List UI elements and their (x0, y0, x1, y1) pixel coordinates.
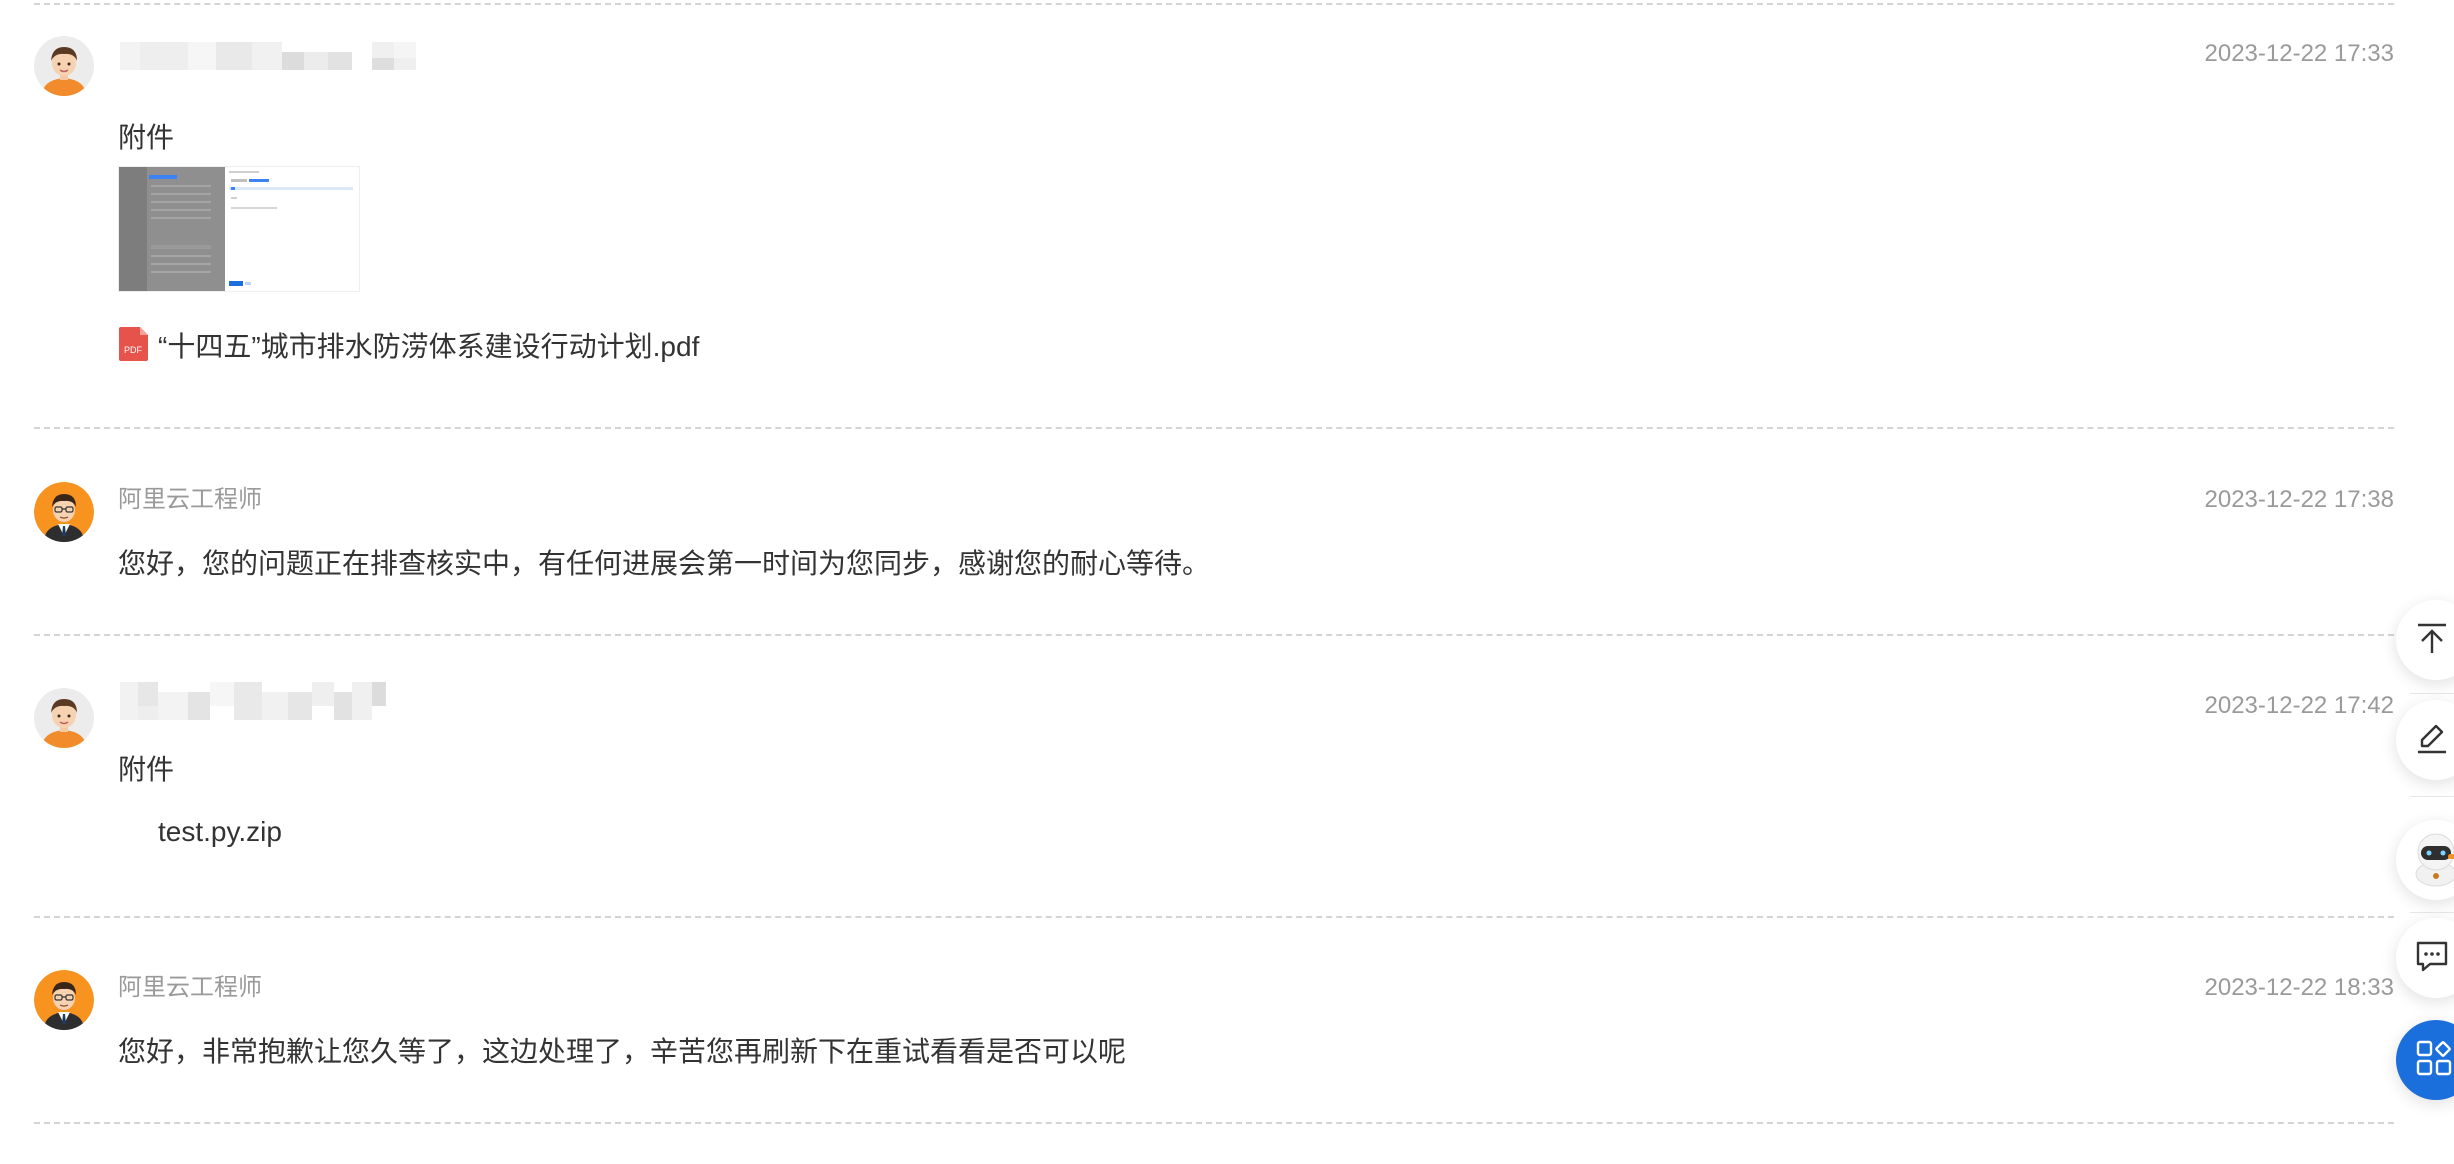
toolbar-divider (2410, 693, 2454, 694)
image-attachment-thumbnail[interactable] (118, 166, 360, 292)
author-name: 阿里云工程师 (118, 974, 262, 1001)
message-item: 阿里云工程师 2023-12-22 17:38 您好，您的问题正在排查核实中，有… (34, 482, 2394, 632)
attachment-label: 附件 (118, 122, 175, 153)
pdf-icon: PDF (118, 326, 150, 367)
toolbar-divider (2410, 912, 2454, 913)
file-attachment[interactable]: test.py.zip (158, 812, 282, 852)
assistant-robot-icon (2404, 826, 2454, 895)
file-name[interactable]: test.py.zip (158, 812, 282, 852)
message-timestamp: 2023-12-22 17:42 (2204, 692, 2395, 719)
divider (34, 1122, 2394, 1124)
divider (34, 916, 2394, 918)
engineer-avatar (34, 482, 94, 542)
user-avatar (34, 36, 94, 96)
engineer-avatar (34, 970, 94, 1030)
message-timestamp: 2023-12-22 17:38 (2204, 486, 2395, 513)
message-text: 您好，非常抱歉让您久等了，这边处理了，辛苦您再刷新下在重试看看是否可以呢 (118, 1036, 1127, 1067)
assistant-button[interactable] (2396, 820, 2454, 900)
file-attachment[interactable]: PDF “十四五”城市排水防涝体系建设行动计划.pdf (118, 326, 699, 367)
svg-text:PDF: PDF (124, 345, 143, 355)
back-to-top-button[interactable] (2396, 600, 2454, 680)
author-name: 阿里云工程师 (118, 486, 262, 513)
message-item: 2023-12-22 17:42 附件 test.py.zip (34, 682, 2395, 918)
edit-button[interactable] (2396, 700, 2454, 780)
user-avatar (34, 688, 94, 748)
redacted-author-name (120, 36, 460, 80)
back-to-top-icon (2414, 620, 2450, 661)
attachment-label: 附件 (118, 754, 175, 785)
feedback-button[interactable] (2396, 918, 2454, 998)
message-item: 阿里云工程师 2023-12-22 18:33 您好，非常抱歉让您久等了，这边处… (34, 970, 2394, 1120)
apps-menu-button[interactable] (2396, 1020, 2454, 1100)
divider (34, 427, 2394, 429)
redacted-author-name (120, 678, 460, 722)
message-timestamp: 2023-12-22 17:33 (2204, 40, 2395, 67)
edit-icon (2414, 720, 2450, 761)
message-text: 您好，您的问题正在排查核实中，有任何进展会第一时间为您同步，感谢您的耐心等待。 (118, 548, 1211, 579)
feedback-chat-icon (2414, 938, 2450, 979)
message-item: 2023-12-22 17:33 附件 PDF “十四五”城市排水防涝体系建设行… (34, 36, 2394, 426)
apps-grid-icon (2414, 1038, 2454, 1083)
divider (34, 3, 2394, 5)
file-name[interactable]: “十四五”城市排水防涝体系建设行动计划.pdf (158, 327, 699, 367)
toolbar-divider (2410, 796, 2454, 797)
message-timestamp: 2023-12-22 18:33 (2204, 974, 2395, 1001)
divider (34, 634, 2394, 636)
